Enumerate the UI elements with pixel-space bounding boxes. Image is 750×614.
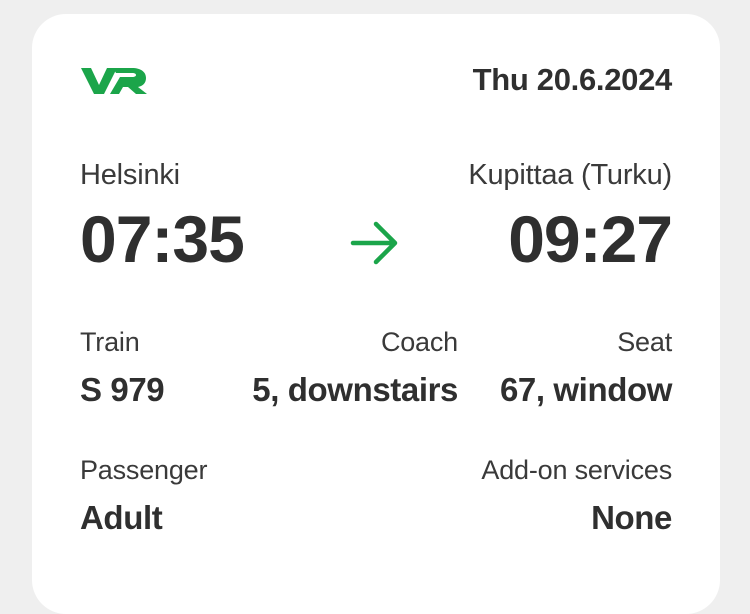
addon-services-value: None bbox=[591, 499, 672, 536]
destination-station: Kupittaa (Turku) bbox=[468, 159, 672, 191]
passenger-label: Passenger bbox=[80, 455, 208, 485]
train-value: S 979 bbox=[80, 371, 165, 408]
departure-time: 07:35 bbox=[80, 202, 245, 276]
coach-value: 5, downstairs bbox=[252, 371, 458, 408]
coach-label: Coach bbox=[380, 327, 458, 357]
travel-date: Thu 20.6.2024 bbox=[472, 62, 673, 97]
passenger-value: Adult bbox=[80, 499, 163, 536]
arrival-time: 09:27 bbox=[508, 202, 673, 276]
train-label: Train bbox=[80, 327, 140, 357]
seat-label: Seat bbox=[617, 327, 672, 357]
arrow-right-icon bbox=[350, 221, 398, 265]
origin-station: Helsinki bbox=[80, 159, 180, 191]
seat-value: 67, window bbox=[499, 371, 672, 408]
vr-logo-icon bbox=[81, 68, 147, 94]
addon-services-label: Add-on services bbox=[481, 455, 672, 485]
ticket-card: Thu 20.6.2024 Helsinki Kupittaa (Turku) … bbox=[32, 14, 720, 614]
